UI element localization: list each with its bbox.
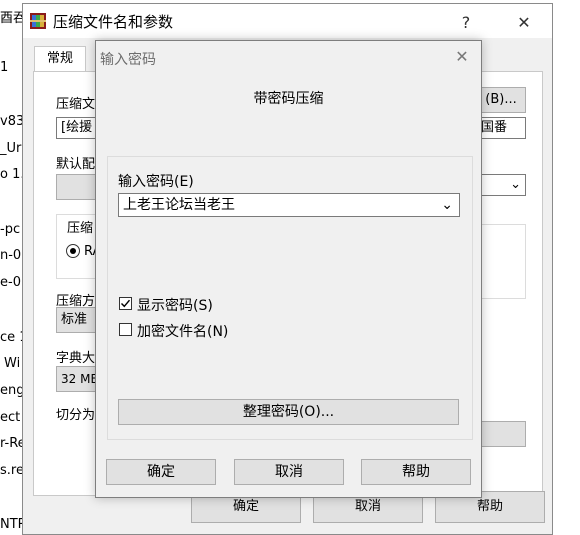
encoding-select[interactable]: 国番 (476, 117, 526, 139)
set-password-button[interactable] (476, 421, 526, 447)
dialog-ok-button[interactable]: 确定 (106, 459, 216, 485)
bg-fragment: _Ur (0, 141, 22, 156)
bg-fragment: v83 (0, 114, 25, 129)
options-group (476, 224, 526, 299)
dialog-cancel-button[interactable]: 取消 (234, 459, 344, 485)
bg-fragment: -pc (0, 222, 21, 237)
bg-fragment: ect (0, 410, 21, 425)
browse-button[interactable]: (B)... (476, 87, 526, 113)
dialog-close-button[interactable]: ✕ (448, 45, 476, 69)
update-mode-select[interactable]: ⌄ (476, 174, 526, 196)
checkmark-icon (121, 299, 131, 308)
split-label: 切分为 (56, 408, 96, 423)
dict-size-label: 字典大 (56, 351, 96, 366)
chevron-down-icon: ⌄ (441, 197, 453, 213)
bg-fragment: 1 (0, 60, 9, 75)
dialog-heading: 带密码压缩 (253, 91, 324, 107)
show-password-label: 显示密码(S) (137, 298, 213, 314)
bg-fragment: s.re (0, 463, 24, 478)
dialog-help-button[interactable]: 帮助 (361, 459, 471, 485)
window-title: 压缩文件名和参数 (53, 13, 174, 31)
password-dialog: 输入密码 ✕ 带密码压缩 输入密码(E) 上老王论坛当老王 ⌄ 显示密码(S) … (95, 40, 482, 498)
default-config-label: 默认配 (56, 157, 96, 172)
title-bar: 压缩文件名和参数 ? ✕ (23, 4, 552, 38)
help-button[interactable]: ? (443, 8, 489, 36)
encrypt-filenames-label: 加密文件名(N) (137, 324, 229, 340)
encrypt-filenames-checkbox[interactable] (119, 323, 132, 336)
format-group-label: 压缩 (65, 217, 96, 236)
bg-fragment: Wi (4, 356, 21, 371)
winrar-icon (30, 13, 46, 29)
chevron-down-icon: ⌄ (510, 177, 521, 192)
radio-dot-icon (70, 248, 76, 254)
password-label: 输入密码(E) (118, 174, 194, 190)
archive-name-label: 压缩文 (56, 97, 96, 112)
show-password-checkbox[interactable] (119, 297, 132, 310)
bg-fragment: e-0 (0, 275, 21, 290)
format-rar-radio[interactable] (66, 244, 80, 258)
organize-passwords-button[interactable]: 整理密码(O)... (118, 399, 459, 425)
tab-general[interactable]: 常规 (34, 46, 86, 72)
password-input[interactable]: 上老王论坛当老王 ⌄ (118, 193, 460, 217)
dialog-title: 输入密码 (100, 52, 156, 68)
close-button[interactable]: ✕ (501, 8, 547, 36)
encoding-value: 国番 (481, 120, 508, 135)
password-value: 上老王论坛当老王 (123, 197, 235, 213)
